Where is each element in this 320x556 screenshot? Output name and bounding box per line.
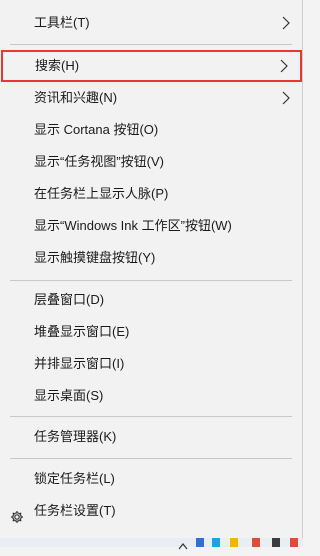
menu-item-label: 堆叠显示窗口(E)	[34, 324, 130, 339]
menu-item-show-cortana[interactable]: 显示 Cortana 按钮(O)	[0, 114, 302, 146]
menu-item-label: 并排显示窗口(I)	[34, 356, 125, 371]
menu-item-task-manager[interactable]: 任务管理器(K)	[0, 421, 302, 453]
chevron-right-icon	[282, 82, 294, 114]
menu-item-news-interests[interactable]: 资讯和兴趣(N)	[0, 82, 302, 114]
menu-item-show-people[interactable]: 在任务栏上显示人脉(P)	[0, 178, 302, 210]
tray-app-icon[interactable]	[252, 538, 260, 547]
tray-app-icon[interactable]	[212, 538, 220, 547]
menu-item-label: 任务栏设置(T)	[34, 503, 116, 518]
menu-separator	[10, 416, 292, 417]
menu-item-label: 在任务栏上显示人脉(P)	[34, 186, 169, 201]
menu-item-taskbar-settings[interactable]: 任务栏设置(T)	[0, 495, 302, 527]
menu-item-lock-taskbar[interactable]: 锁定任务栏(L)	[0, 463, 302, 495]
menu-item-stack-windows[interactable]: 堆叠显示窗口(E)	[0, 316, 302, 348]
chevron-right-icon	[280, 52, 292, 84]
menu-item-label: 搜索(H)	[35, 58, 80, 73]
menu-item-label: 任务管理器(K)	[34, 429, 117, 444]
menu-item-show-touch-keyboard[interactable]: 显示触摸键盘按钮(Y)	[0, 242, 302, 274]
menu-separator	[10, 280, 292, 281]
tray-app-icon[interactable]	[196, 538, 204, 547]
tray-app-icon[interactable]	[272, 538, 280, 547]
tray-app-icon[interactable]	[290, 538, 298, 547]
menu-item-search[interactable]: 搜索(H)	[1, 50, 302, 82]
menu-item-cascade-windows[interactable]: 层叠窗口(D)	[0, 284, 302, 316]
menu-item-label: 显示“任务视图”按钮(V)	[34, 154, 164, 169]
menu-item-label: 显示 Cortana 按钮(O)	[34, 122, 159, 137]
menu-item-show-desktop[interactable]: 显示桌面(S)	[0, 380, 302, 412]
tray-app-icon[interactable]	[230, 538, 238, 547]
menu-item-label: 层叠窗口(D)	[34, 292, 105, 307]
chevron-right-icon	[282, 7, 294, 39]
menu-item-show-task-view[interactable]: 显示“任务视图”按钮(V)	[0, 146, 302, 178]
chevron-up-icon[interactable]	[178, 538, 188, 550]
menu-item-label: 工具栏(T)	[34, 15, 90, 30]
menu-item-label: 显示桌面(S)	[34, 388, 104, 403]
menu-item-show-windows-ink[interactable]: 显示“Windows Ink 工作区”按钮(W)	[0, 210, 302, 242]
menu-item-label: 显示“Windows Ink 工作区”按钮(W)	[34, 218, 232, 233]
taskbar-context-menu: 工具栏(T) 搜索(H) 资讯和兴趣(N) 显示 Cortana 按钮(O) 显…	[0, 0, 303, 538]
menu-item-toolbars[interactable]: 工具栏(T)	[0, 7, 302, 39]
menu-item-label: 资讯和兴趣(N)	[34, 90, 118, 105]
menu-item-label: 锁定任务栏(L)	[34, 471, 115, 486]
gear-icon	[10, 504, 24, 523]
menu-separator	[10, 458, 292, 459]
menu-item-side-by-side-windows[interactable]: 并排显示窗口(I)	[0, 348, 302, 380]
menu-separator	[10, 44, 292, 45]
menu-item-label: 显示触摸键盘按钮(Y)	[34, 250, 156, 265]
